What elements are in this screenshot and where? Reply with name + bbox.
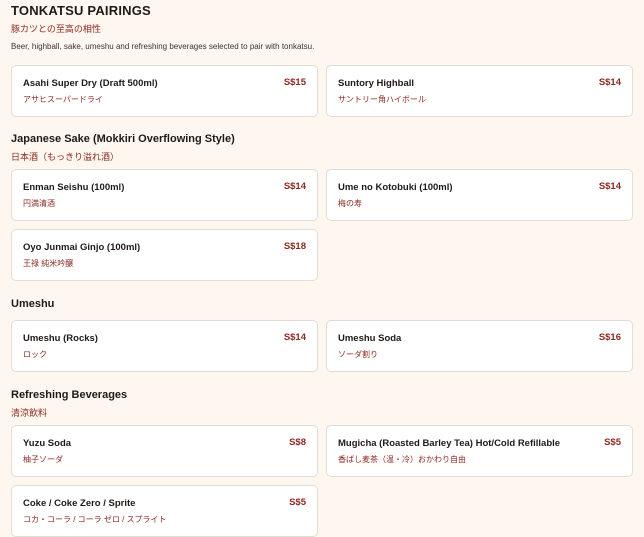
item-name-jp: サントリー角ハイボール — [338, 95, 426, 104]
menu-item-card[interactable]: Suntory Highball S$14 サントリー角ハイボール — [326, 65, 633, 117]
item-price: S$5 — [604, 437, 621, 448]
item-price: S$14 — [598, 77, 621, 88]
menu-item-card[interactable]: Yuzu Soda S$8 柚子ソーダ — [11, 425, 318, 477]
menu-item-card[interactable]: Enman Seishu (100ml) S$14 円満清酒 — [11, 169, 318, 221]
item-name: Enman Seishu (100ml) — [23, 182, 125, 193]
menu-item-card[interactable]: Umeshu (Rocks) S$14 ロック — [11, 320, 318, 372]
item-price: S$14 — [283, 181, 306, 192]
menu-item-card[interactable]: Asahi Super Dry (Draft 500ml) S$15 アサヒスー… — [11, 65, 318, 117]
section-subtitle-jp: 日本酒（もっきり溢れ酒） — [11, 152, 120, 162]
item-price: S$8 — [289, 437, 306, 448]
item-name-jp: 香ばし麦茶（温・冷）おかわり自由 — [338, 455, 466, 464]
item-name-jp: ソーダ割り — [338, 350, 378, 359]
item-name-jp: ロック — [23, 350, 47, 359]
page-title: TONKATSU PAIRINGS — [11, 3, 151, 18]
item-name: Ume no Kotobuki (100ml) — [338, 182, 453, 193]
item-name-jp: コカ・コーラ / コーラ ゼロ / スプライト — [23, 515, 167, 524]
item-name: Asahi Super Dry (Draft 500ml) — [23, 78, 158, 89]
item-name-jp: 円満清酒 — [23, 199, 55, 208]
item-name-jp: 柚子ソーダ — [23, 455, 63, 464]
menu-item-card[interactable]: Ume no Kotobuki (100ml) S$14 梅の寿 — [326, 169, 633, 221]
item-price: S$18 — [283, 241, 306, 252]
item-name: Umeshu Soda — [338, 333, 402, 344]
item-name: Mugicha (Roasted Barley Tea) Hot/Cold Re… — [338, 438, 561, 449]
item-name: Suntory Highball — [338, 78, 414, 89]
item-price: S$15 — [283, 77, 306, 88]
section-subtitle-jp: 清涼飲料 — [11, 408, 48, 418]
item-price: S$14 — [283, 332, 306, 343]
item-name: Oyo Junmai Ginjo (100ml) — [23, 242, 141, 253]
menu-item-card[interactable]: Oyo Junmai Ginjo (100ml) S$18 王祿 純米吟醸 — [11, 229, 318, 281]
section-title-sake: Japanese Sake (Mokkiri Overflowing Style… — [11, 133, 235, 145]
item-price: S$5 — [289, 497, 306, 508]
item-name-jp: 王祿 純米吟醸 — [23, 259, 74, 268]
page-description: Beer, highball, sake, umeshu and refresh… — [11, 42, 315, 51]
menu-item-card[interactable]: Mugicha (Roasted Barley Tea) Hot/Cold Re… — [326, 425, 633, 477]
item-name: Coke / Coke Zero / Sprite — [23, 498, 136, 509]
item-price: S$14 — [598, 181, 621, 192]
item-name: Yuzu Soda — [23, 438, 72, 449]
section-title-umeshu: Umeshu — [11, 298, 55, 310]
item-price: S$16 — [598, 332, 621, 343]
menu-item-card[interactable]: Umeshu Soda S$16 ソーダ割り — [326, 320, 633, 372]
item-name: Umeshu (Rocks) — [23, 333, 98, 344]
item-name-jp: アサヒスーパードライ — [23, 95, 103, 104]
section-title-refreshing: Refreshing Beverages — [11, 389, 128, 401]
page-subtitle-jp: 豚カツとの至高の相性 — [11, 24, 101, 34]
item-name-jp: 梅の寿 — [338, 199, 362, 208]
menu-item-card[interactable]: Coke / Coke Zero / Sprite S$5 コカ・コーラ / コ… — [11, 485, 318, 537]
